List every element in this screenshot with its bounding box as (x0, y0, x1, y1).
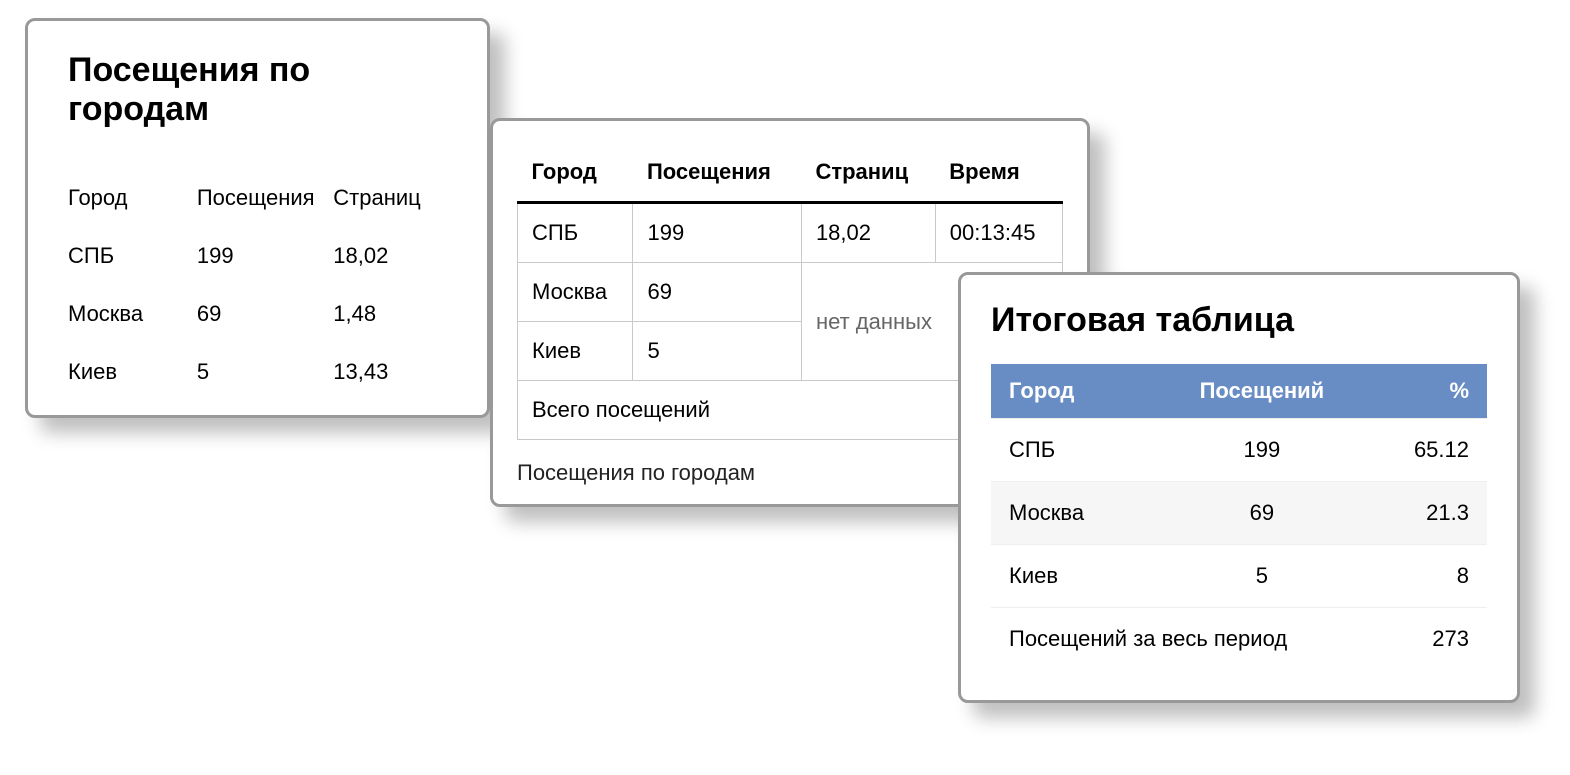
cell-pct: 21.3 (1376, 482, 1487, 545)
card-title: Итоговая таблица (991, 301, 1487, 340)
cell-pct: 65.12 (1376, 419, 1487, 482)
cell-pages: 13,43 (333, 359, 447, 385)
card-title: Посещения по городам (68, 51, 447, 129)
cell-visits: 199 (197, 243, 333, 269)
cell-city: Киев (518, 322, 633, 381)
table-row: СПБ 199 18,02 00:13:45 (518, 203, 1063, 263)
col-time: Время (935, 149, 1062, 203)
footer-label: Посещений за весь период (991, 608, 1376, 671)
cell-pct: 8 (1376, 545, 1487, 608)
table-row: СПБ 199 18,02 (68, 227, 447, 285)
cell-visits: 69 (197, 301, 333, 327)
table-row: Киев 5 13,43 (68, 343, 447, 401)
plain-table: Город Посещения Страниц СПБ 199 18,02 Мо… (68, 169, 447, 401)
card-visits-by-city-plain: Посещения по городам Город Посещения Стр… (25, 18, 490, 418)
col-visits: Посещения (197, 185, 333, 211)
cell-city: Москва (991, 482, 1148, 545)
cell-visits: 199 (633, 203, 801, 263)
cell-city: Киев (68, 359, 197, 385)
table-footer-row: Посещений за весь период 273 (991, 608, 1487, 671)
table-row: Киев 5 8 (991, 545, 1487, 608)
cell-visits: 5 (633, 322, 801, 381)
col-visits: Посещения (633, 149, 801, 203)
cell-visits: 5 (1148, 545, 1375, 608)
col-pages: Страниц (333, 185, 447, 211)
col-pages: Страниц (801, 149, 935, 203)
col-city: Город (991, 364, 1148, 419)
cell-city: Москва (68, 301, 197, 327)
summary-table: Город Посещений % СПБ 199 65.12 Москва 6… (991, 364, 1487, 670)
cell-city: Киев (991, 545, 1148, 608)
table-row: СПБ 199 65.12 (991, 419, 1487, 482)
table-header-row: Город Посещения Страниц (68, 169, 447, 227)
cell-visits: 5 (197, 359, 333, 385)
table-header-row: Город Посещения Страниц Время (518, 149, 1063, 203)
cell-city: СПБ (518, 203, 633, 263)
table-row: Москва 69 21.3 (991, 482, 1487, 545)
cell-visits: 69 (1148, 482, 1375, 545)
cell-pages: 18,02 (333, 243, 447, 269)
footer-value: 273 (1376, 608, 1487, 671)
cell-city: Москва (518, 263, 633, 322)
table-row: Москва 69 1,48 (68, 285, 447, 343)
col-city: Город (518, 149, 633, 203)
cell-city: СПБ (68, 243, 197, 269)
cell-pages: 18,02 (801, 203, 935, 263)
col-visits: Посещений (1148, 364, 1375, 419)
cell-city: СПБ (991, 419, 1148, 482)
card-summary-table: Итоговая таблица Город Посещений % СПБ 1… (958, 272, 1520, 703)
col-pct: % (1376, 364, 1487, 419)
cell-pages: 1,48 (333, 301, 447, 327)
cell-time: 00:13:45 (935, 203, 1062, 263)
cell-visits: 69 (633, 263, 801, 322)
cell-visits: 199 (1148, 419, 1375, 482)
table-header-row: Город Посещений % (991, 364, 1487, 419)
col-city: Город (68, 185, 197, 211)
